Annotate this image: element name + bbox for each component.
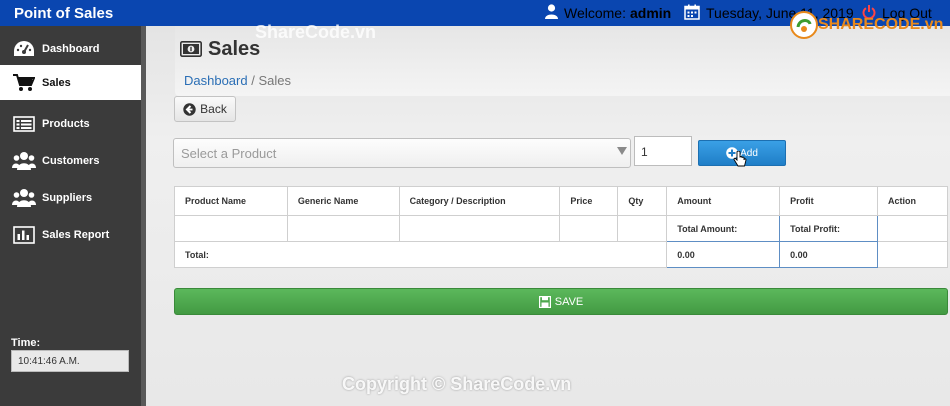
sidebar: Dashboard Sales Products Customers Suppl…: [0, 26, 141, 406]
column-header: Qty: [617, 186, 668, 216]
welcome-user: admin: [629, 5, 672, 21]
sales-table: Product Name Generic Name Category / Des…: [173, 186, 948, 268]
breadcrumb-current: Sales: [258, 73, 292, 88]
column-header: Action: [877, 186, 948, 216]
sidebar-item-label: Sales Report: [42, 229, 110, 241]
sidebar-item-suppliers[interactable]: Suppliers: [0, 181, 141, 215]
total-row: Total: 0.00 0.00: [173, 241, 948, 268]
breadcrumb-dashboard-link[interactable]: Dashboard: [184, 73, 248, 88]
product-select[interactable]: Select a Product: [173, 138, 631, 168]
welcome-area: Welcome: admin: [545, 0, 671, 26]
table-row: Total Amount: Total Profit:: [174, 215, 948, 242]
chevron-down-icon: [617, 147, 627, 155]
product-select-placeholder: Select a Product: [181, 146, 277, 161]
page-title: Sales: [208, 38, 261, 60]
table-header-row: Product Name Generic Name Category / Des…: [174, 186, 948, 216]
dashboard-icon: [12, 39, 36, 59]
sidebar-item-label: Sales: [42, 76, 71, 89]
logo-mark-icon: [790, 11, 818, 39]
watermark-top: ShareCode.vn: [255, 22, 377, 42]
sidebar-item-label: Products: [42, 118, 90, 130]
table-cell: [877, 241, 948, 268]
table-cell: [877, 215, 948, 242]
user-icon: [545, 4, 558, 22]
back-button[interactable]: Back: [174, 96, 236, 122]
total-label: Total:: [173, 241, 668, 268]
table-cell: [559, 215, 619, 242]
quantity-input[interactable]: 1: [634, 136, 692, 166]
users-icon: [12, 151, 36, 171]
breadcrumb: Dashboard / Sales: [184, 73, 291, 88]
logo-text-share: SHARE: [818, 16, 875, 33]
sharecode-logo: SHARE CODE.vn: [790, 9, 945, 41]
sidebar-item-label: Dashboard: [42, 43, 100, 55]
table-cell: [174, 215, 288, 242]
table-cell: [398, 215, 561, 242]
total-profit-label: Total Profit:: [779, 215, 878, 242]
table-cell: [617, 215, 668, 242]
welcome-label: Welcome:: [564, 5, 626, 21]
sidebar-item-dashboard[interactable]: Dashboard: [0, 32, 141, 66]
column-header: Product Name: [174, 186, 288, 216]
save-button-label: SAVE: [554, 295, 584, 308]
column-header: Generic Name: [286, 186, 400, 216]
sidebar-item-sales-report[interactable]: Sales Report: [0, 218, 141, 252]
total-profit-value: 0.00: [779, 241, 878, 268]
floppy-disk-icon: [538, 295, 551, 308]
sidebar-item-products[interactable]: Products: [0, 107, 141, 141]
hand-cursor-icon: [733, 150, 747, 174]
list-icon: [12, 114, 36, 134]
arrow-left-circle-icon: [183, 102, 196, 116]
time-label: Time:: [11, 337, 41, 349]
clock-display: 10:41:46 A.M.: [11, 350, 129, 372]
sidebar-item-label: Suppliers: [42, 192, 93, 204]
table-cell: [286, 215, 400, 242]
cart-icon: [12, 73, 36, 93]
total-amount-label: Total Amount:: [666, 215, 781, 242]
bar-chart-icon: [12, 225, 36, 245]
back-button-label: Back: [200, 102, 227, 116]
column-header: Category / Description: [398, 186, 561, 216]
breadcrumb-separator: /: [251, 73, 255, 88]
save-button[interactable]: SAVE: [174, 288, 948, 315]
column-header: Amount: [666, 186, 781, 216]
money-icon: [180, 41, 202, 57]
logo-text-code: CODE.vn: [874, 16, 944, 33]
sidebar-item-sales[interactable]: Sales: [0, 65, 141, 100]
watermark-bottom: Copyright © ShareCode.vn: [342, 374, 572, 394]
sidebar-item-label: Customers: [42, 155, 100, 167]
sidebar-item-customers[interactable]: Customers: [0, 144, 141, 178]
calendar-icon: [684, 4, 700, 23]
total-amount-value: 0.00: [666, 241, 781, 268]
group-icon: [12, 188, 36, 208]
app-title[interactable]: Point of Sales: [14, 5, 113, 22]
column-header: Profit: [779, 186, 878, 216]
column-header: Price: [559, 186, 619, 216]
